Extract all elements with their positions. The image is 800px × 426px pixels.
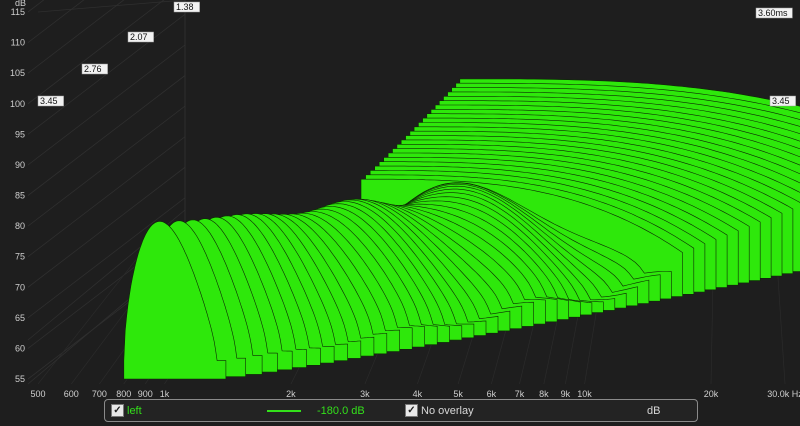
time-label: 3.45 (769, 95, 796, 107)
y-tick-label: 100 (10, 99, 25, 109)
grid-line (27, 14, 186, 135)
legend-line-swatch (267, 410, 301, 412)
x-tick-label: 6k (487, 389, 497, 398)
x-tick-label: 10k (577, 389, 592, 398)
y-tick-label: 65 (15, 313, 25, 323)
y-tick-label: 110 (11, 38, 25, 48)
x-tick-label: 30.0k Hz (767, 389, 800, 398)
y-axis-unit: dB (15, 0, 26, 8)
left-checkbox[interactable]: ✓ (111, 404, 124, 417)
x-tick-label: 600 (64, 389, 79, 398)
svg-text:1.38: 1.38 (176, 2, 194, 12)
checkmark-icon: ✓ (113, 405, 122, 416)
grid-line (27, 105, 186, 227)
depth-grid-line (37, 0, 186, 13)
y-tick-label: 105 (10, 68, 25, 78)
y-tick-label: 85 (15, 191, 25, 201)
x-tick-label: 700 (92, 389, 107, 398)
legend-left-label: left (127, 405, 142, 417)
y-axis-ticks: 115 110 105 100 95 90 85 80 75 70 65 60 55 (10, 7, 25, 384)
time-label: 1.38 (173, 1, 200, 13)
svg-text:3.60ms: 3.60ms (758, 8, 788, 18)
overlay-checkbox[interactable]: ✓ (405, 404, 418, 417)
x-tick-label: 500 (30, 389, 45, 398)
x-tick-label: 8k (539, 389, 549, 398)
time-label: 3.60ms (755, 7, 793, 19)
x-tick-label: 5k (453, 389, 463, 398)
svg-text:3.45: 3.45 (772, 96, 790, 106)
svg-text:3.45: 3.45 (40, 96, 58, 106)
y-tick-label: 115 (11, 7, 25, 17)
checkmark-icon: ✓ (407, 405, 416, 416)
x-tick-label: 9k (561, 389, 571, 398)
time-label: 3.45 (37, 95, 64, 107)
legend-unit-label: dB (647, 405, 661, 417)
x-tick-label: 3k (360, 389, 370, 398)
x-axis-ticks: 500 600 700 800 900 1k 2k 3k 4k 5k 6k 7k 8k 9k 10k 20k 3… (30, 389, 800, 398)
svg-text:2.76: 2.76 (84, 64, 102, 74)
y-tick-label: 75 (15, 252, 25, 262)
overlay-label: No overlay (421, 405, 474, 417)
waterfall-slices (123, 78, 800, 380)
svg-text:2.07: 2.07 (130, 32, 148, 42)
y-tick-label: 55 (15, 374, 25, 384)
y-tick-label: 90 (15, 160, 25, 170)
x-tick-label: 4k (413, 389, 423, 398)
x-tick-label: 800 (116, 389, 131, 398)
y-tick-label: 80 (15, 221, 25, 231)
x-tick-label: 20k (704, 389, 719, 398)
legend-level-label: -180.0 dB (317, 405, 365, 417)
legend-bar: ✓ left -180.0 dB ✓ No overlay dB (104, 399, 698, 422)
time-label: 2.76 (81, 63, 108, 75)
y-tick-label: 70 (15, 282, 25, 292)
x-tick-label: 2k (286, 389, 296, 398)
grid-line (27, 0, 165, 105)
waterfall-plot: 115 110 105 100 95 90 85 80 75 70 65 60 55 500 600 700… (10, 0, 800, 398)
time-label: 2.07 (127, 31, 154, 43)
x-tick-label: 900 (138, 389, 153, 398)
x-tick-label: 7k (515, 389, 525, 398)
x-tick-label: 1k (160, 389, 170, 398)
grid-line (27, 75, 186, 196)
y-tick-label: 60 (15, 343, 25, 353)
y-tick-label: 95 (15, 129, 25, 139)
